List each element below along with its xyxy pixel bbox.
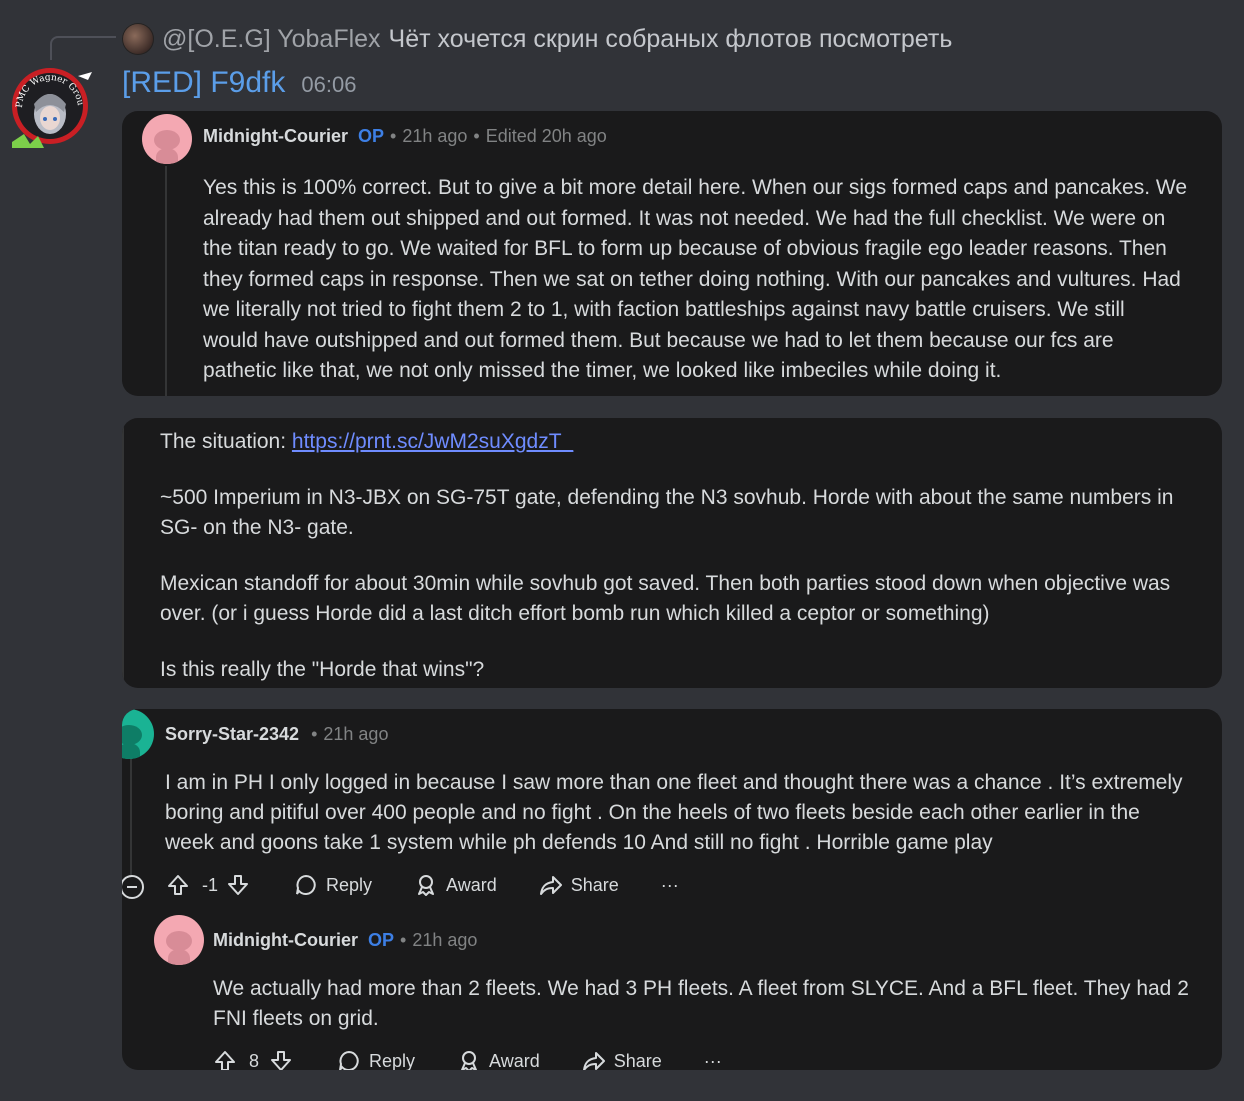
comment-time: 21h ago <box>323 724 389 744</box>
comment-line: boring and pitiful over 400 people and n… <box>165 801 1140 824</box>
more-options-button[interactable]: ··· <box>661 875 679 896</box>
reply-text[interactable]: Чёт хочется скрин собраных флотов посмот… <box>389 25 953 54</box>
downvote-icon[interactable] <box>226 873 250 897</box>
vote-score: -1 <box>202 874 219 895</box>
comment-line: they formed caps in response. Then we sa… <box>203 267 1181 291</box>
screenshot-comment-thread[interactable]: Sorry-Star-2342 • 21h ago I am in PH I o… <box>122 709 1222 1070</box>
commenter-avatar <box>142 114 192 164</box>
comment-author: Midnight-Courier <box>203 126 348 146</box>
commenter-avatar <box>154 915 204 965</box>
post-paragraph-4: Is this really the "Horde that wins"? <box>160 657 485 681</box>
comment-line: I am in PH I only logged in because I sa… <box>165 771 1183 794</box>
post-body: The situation: https://prnt.sc/JwM2suXgd… <box>160 427 1210 685</box>
comment-line: the titan ready to go. We waited for BFL… <box>203 237 1167 260</box>
upvote-icon[interactable] <box>166 873 190 897</box>
meta-separator: • <box>311 724 318 744</box>
share-label: Share <box>570 874 619 895</box>
comment-bubble-icon <box>337 1049 361 1070</box>
share-icon <box>539 873 563 897</box>
situation-label: The situation: <box>160 430 287 453</box>
reply-connector <box>50 36 116 60</box>
post-line: Mexican standoff for about 30min while s… <box>160 571 1171 595</box>
comment-line: We actually had more than 2 fleets. We h… <box>213 977 1189 1000</box>
comment-author: Sorry-Star-2342 <box>165 724 300 744</box>
award-icon <box>414 873 438 897</box>
comment-line: week and goons take 1 system while ph de… <box>165 831 993 854</box>
situation-link[interactable]: https://prnt.sc/JwM2suXgdzT_ <box>292 430 573 453</box>
comment-line: Yes this is 100% correct. But to give a … <box>203 176 1188 199</box>
share-button[interactable]: Share <box>539 873 619 897</box>
reply-button[interactable]: Reply <box>337 1049 415 1070</box>
comment-body: We actually had more than 2 fleets. We h… <box>213 974 1203 1034</box>
comment-actions: -1 Reply Award Share ··· <box>166 873 679 897</box>
meta-separator: • <box>473 126 480 146</box>
thread-line <box>165 166 167 396</box>
post-paragraph-2: ~500 Imperium in N3-JBX on SG-75T gate, … <box>160 483 1210 544</box>
comment-body: I am in PH I only logged in because I sa… <box>165 768 1215 858</box>
comment-time: 21h ago <box>412 930 478 950</box>
comment-line: pathetic like that, we not only missed t… <box>203 359 1002 382</box>
reply-author-avatar[interactable] <box>122 23 154 55</box>
comment-body: Yes this is 100% correct. But to give a … <box>203 173 1213 387</box>
comment-meta: Midnight-Courier OP • 21h ago <box>213 930 477 951</box>
op-badge: OP <box>357 126 384 146</box>
comment-time: 21h ago <box>402 126 468 146</box>
comment-meta: Sorry-Star-2342 • 21h ago <box>165 724 388 745</box>
post-line: ~500 Imperium in N3-JBX on SG-75T gate, … <box>160 485 1174 509</box>
comment-meta: Midnight-Courier OP • 21h ago • Edited 2… <box>203 126 607 147</box>
award-label: Award <box>446 874 497 895</box>
screenshot-comment-op[interactable]: Midnight-Courier OP • 21h ago • Edited 2… <box>122 111 1222 396</box>
comment-line: we literally not tried to fight them 2 t… <box>203 298 1125 321</box>
award-label: Award <box>489 1050 540 1071</box>
screenshot-post-body[interactable]: The situation: https://prnt.sc/JwM2suXgd… <box>122 418 1222 688</box>
comment-bubble-icon <box>294 873 318 897</box>
comment-line: would have outshipped and out formed the… <box>203 328 1114 352</box>
post-line: SG- on the N3- gate. <box>160 516 354 539</box>
vote-score: 8 <box>249 1050 260 1071</box>
downvote-icon[interactable] <box>269 1049 293 1070</box>
edited-label: Edited 20h ago <box>485 126 607 146</box>
reply-author[interactable]: @[O.E.G] YobaFlex <box>162 25 381 54</box>
award-icon <box>457 1049 481 1070</box>
reply-button[interactable]: Reply <box>294 873 372 897</box>
reply-label: Reply <box>326 874 373 895</box>
post-paragraph-3: Mexican standoff for about 30min while s… <box>160 569 1210 630</box>
message-header: [RED] F9dfk 06:06 <box>122 66 356 100</box>
share-icon <box>582 1049 606 1070</box>
post-line: over. (or i guess Horde did a last ditch… <box>160 602 990 625</box>
comment-line: already had them out shipped and out for… <box>203 206 1166 230</box>
comment-line: FNI fleets on grid. <box>213 1007 379 1030</box>
share-button[interactable]: Share <box>582 1049 662 1070</box>
user-avatar[interactable]: PMC Wagner Group <box>8 64 92 150</box>
reply-label: Reply <box>369 1050 416 1071</box>
share-label: Share <box>613 1050 662 1071</box>
message-username[interactable]: [RED] F9dfk <box>122 66 285 100</box>
meta-separator: • <box>400 930 407 950</box>
reply-preview[interactable]: @[O.E.G] YobaFlex Чёт хочется скрин собр… <box>122 22 952 56</box>
collapse-thread-button[interactable] <box>122 875 144 899</box>
award-button[interactable]: Award <box>414 873 497 897</box>
comment-author: Midnight-Courier <box>213 930 358 950</box>
comment-actions: 8 Reply Award Share ··· <box>213 1049 722 1070</box>
thread-line <box>122 418 124 688</box>
more-options-button[interactable]: ··· <box>704 1051 722 1071</box>
message-timestamp[interactable]: 06:06 <box>301 72 356 98</box>
meta-separator: • <box>390 126 397 146</box>
award-button[interactable]: Award <box>457 1049 540 1070</box>
thread-line <box>130 757 132 877</box>
post-paragraph-1: The situation: https://prnt.sc/JwM2suXgd… <box>160 427 1210 458</box>
op-badge: OP <box>367 930 394 950</box>
commenter-avatar <box>122 709 154 759</box>
upvote-icon[interactable] <box>213 1049 237 1070</box>
